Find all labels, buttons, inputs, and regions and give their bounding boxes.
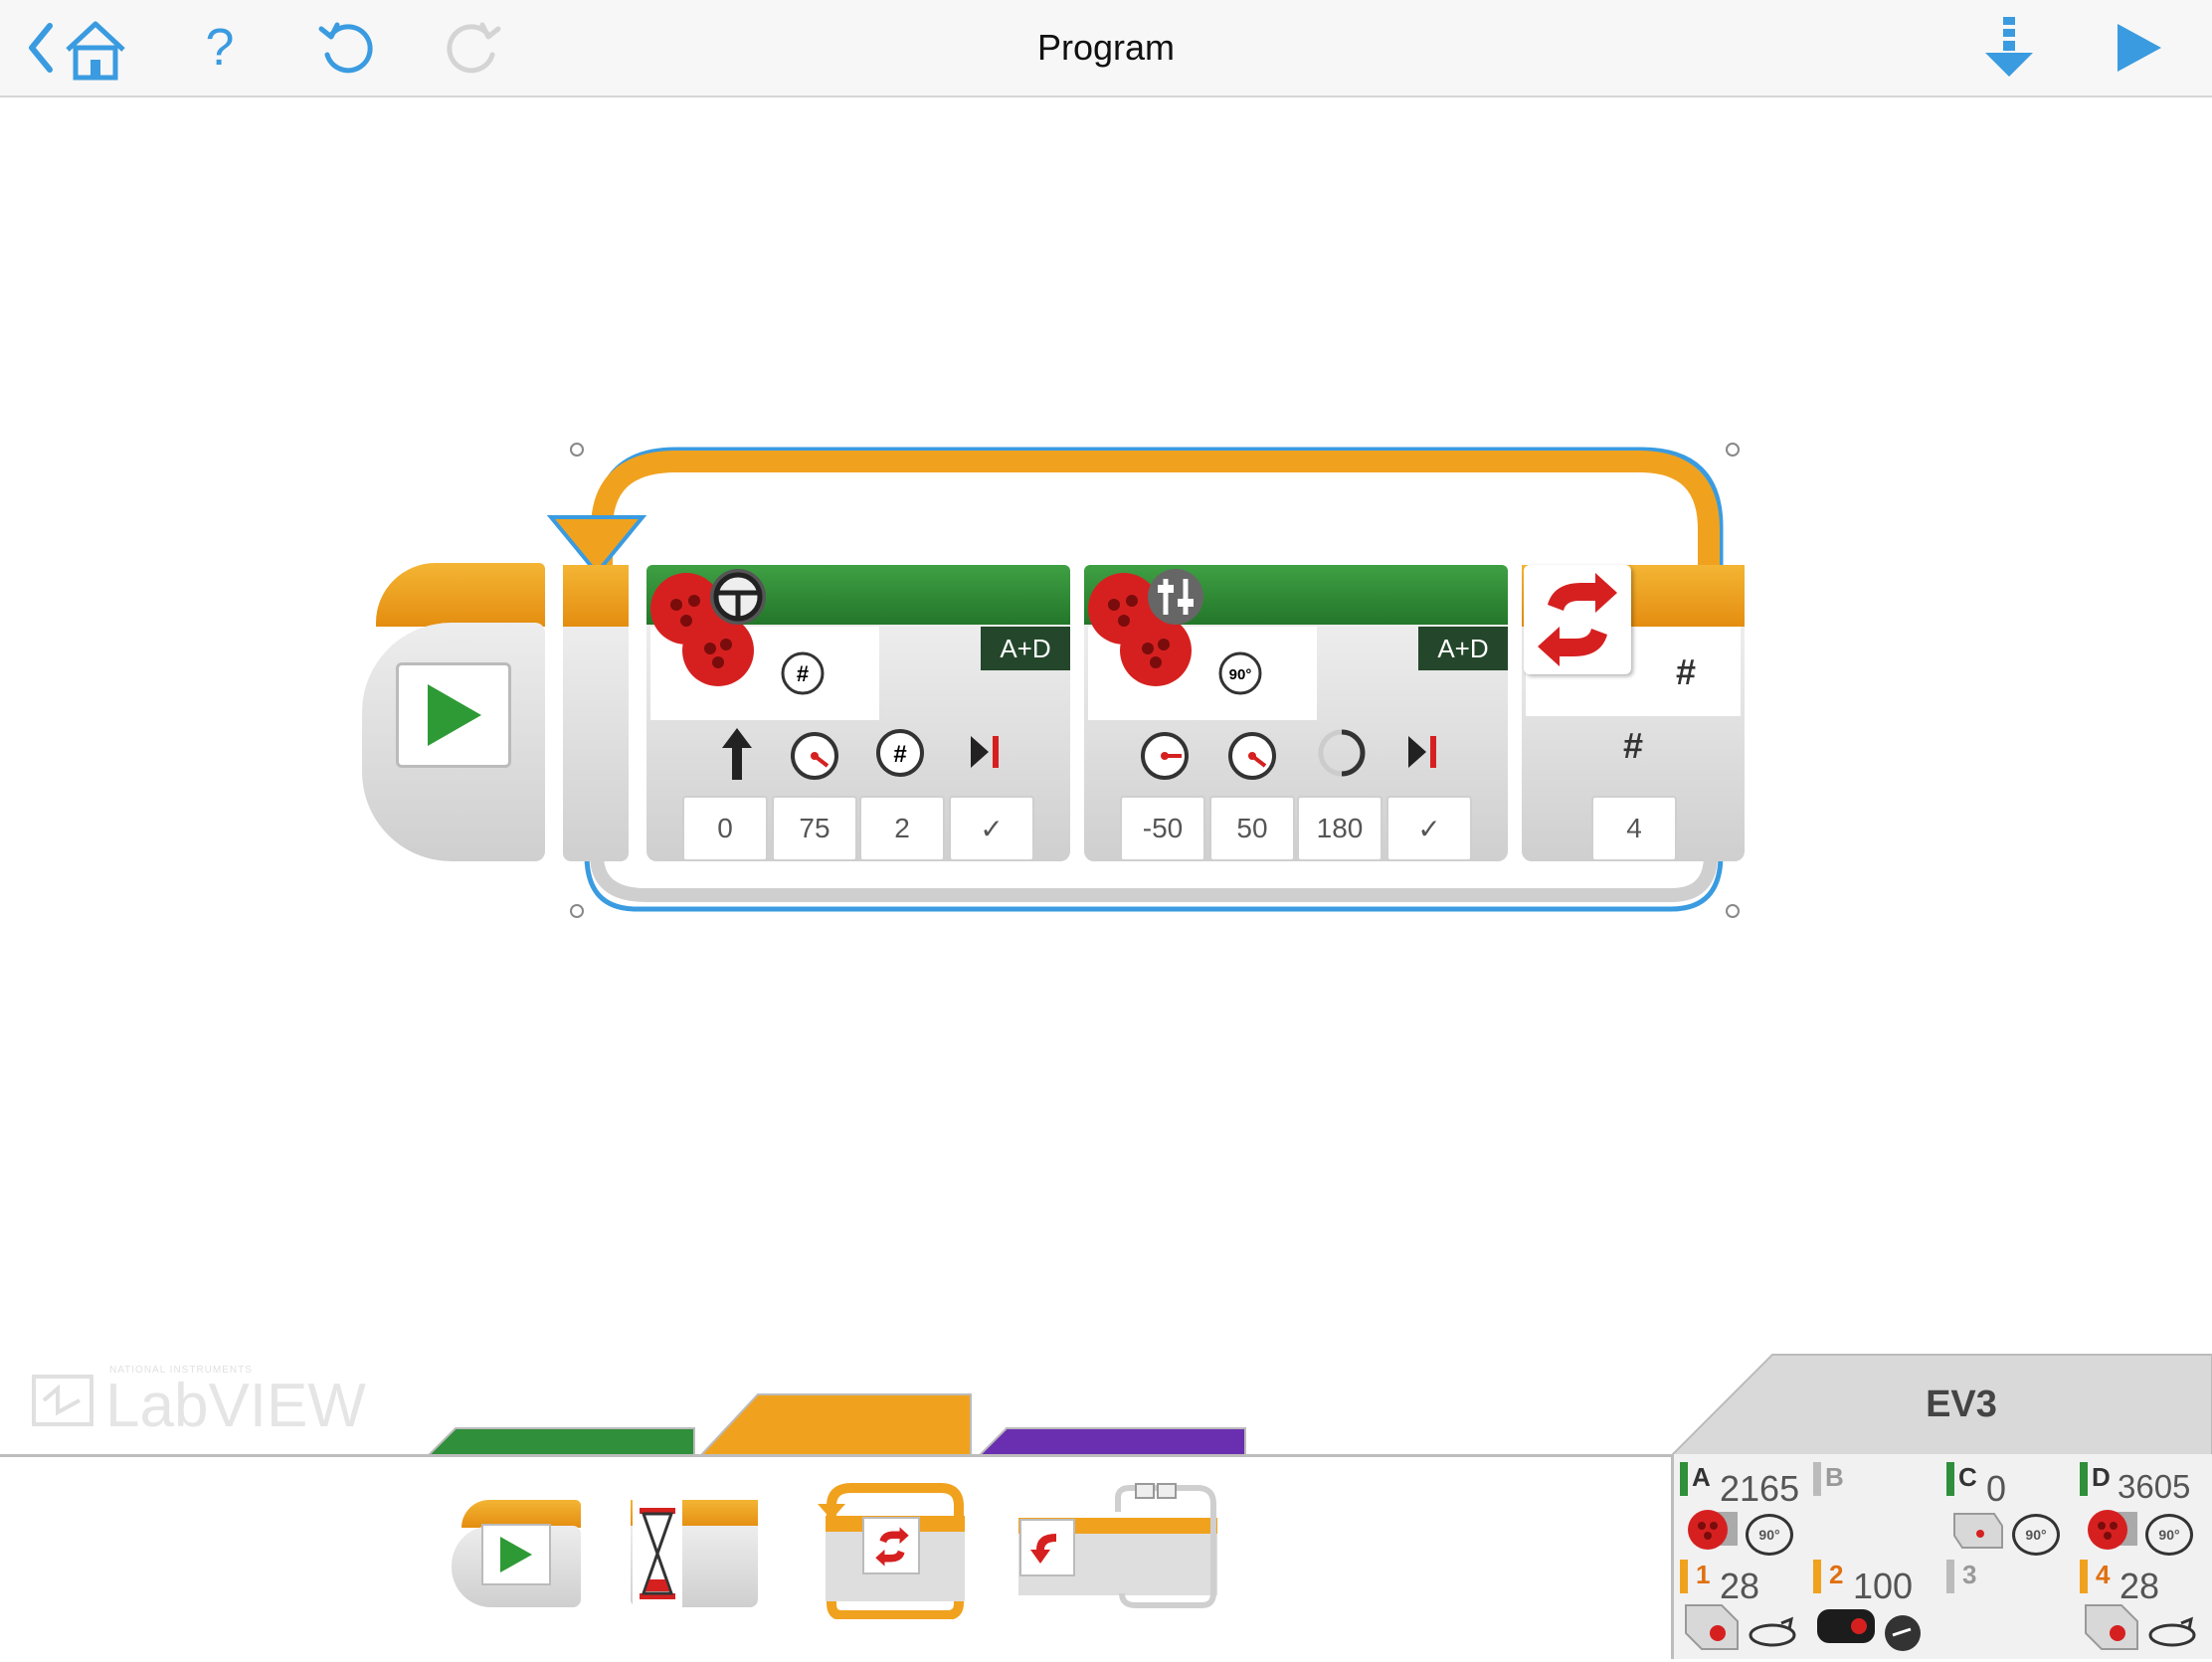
play-icon [428,684,481,746]
port-2-cell[interactable]: 2 100 [1813,1560,1940,1655]
undo-icon [318,22,373,74]
port-d-value: 3605 [2118,1468,2191,1505]
run-button[interactable] [2107,12,2170,84]
loop-count-value[interactable]: 4 [1591,796,1677,861]
start-block[interactable] [362,563,545,861]
start-play-tile [396,662,511,768]
port-a-cell[interactable]: A 2165 90° [1680,1462,1807,1556]
speed-dial-icon [791,732,838,780]
large-motor-icon [1688,1510,1738,1550]
port-selector[interactable]: A+D [981,627,1070,670]
top-toolbar: Program ? [0,0,2212,97]
svg-text:#: # [893,741,906,768]
brake-value[interactable]: ✓ [949,796,1034,861]
gyro-sensor-icon [2085,1604,2138,1650]
labview-watermark: NATIONAL INSTRUMENTS LabVIEW [30,1365,368,1440]
gyro-angle-icon [1749,1616,1796,1647]
chevron-left-icon [29,21,125,81]
port-1-cell[interactable]: 1 28 [1680,1560,1807,1655]
redo-button[interactable] [438,12,509,84]
rotations-value[interactable]: 2 [859,796,945,861]
steering-value[interactable]: 0 [682,796,768,861]
speed-dial-left-icon [1141,732,1189,780]
rotations-param-icon: # [876,729,924,777]
steering-wheel-icon [710,569,766,625]
gyro-sensor-icon [1685,1604,1739,1650]
port-c-value: 0 [1986,1468,2007,1509]
degrees-circle-icon [1318,729,1366,777]
tab-flow[interactable] [697,1392,973,1457]
ev3-header-tab[interactable]: EV3 [1668,1353,2212,1457]
switch-icon [1030,1534,1056,1564]
watermark-brand: LabVIEW [105,1372,366,1440]
degrees-value[interactable]: 180 [1297,796,1382,861]
palette-switch-block[interactable] [1018,1482,1217,1611]
port-c-cell[interactable]: C 0 90° [1946,1462,2074,1556]
port-3-cell[interactable]: 3 [1946,1560,2074,1655]
port-2-value: 100 [1853,1566,1914,1606]
power-value[interactable]: 75 [772,796,857,861]
loop-start-column[interactable] [563,565,629,861]
degrees-icon: 90° [1218,651,1262,695]
color-sensor-icon [1817,1609,1875,1643]
palette-wait-block[interactable] [631,1500,758,1607]
move-tank-block[interactable]: 90° A+D -50 50 180 ✓ [1084,565,1508,861]
count-param-icon: # [1622,725,1644,766]
home-icon [66,21,125,81]
loop-icon-tile [1524,565,1631,674]
port-4-cell[interactable]: 4 28 [2080,1560,2212,1655]
loop-icon [875,1527,909,1567]
right-power-value[interactable]: 50 [1209,796,1295,861]
svg-text:90°: 90° [1229,666,1252,683]
degrees-mode-icon: 90° [2012,1514,2060,1556]
labview-logo-icon [32,1375,93,1426]
play-icon [2118,24,2161,72]
speed-dial-right-icon [1228,732,1276,780]
reflected-light-icon [1885,1615,1921,1651]
tab-data[interactable] [976,1426,1247,1457]
port-b-cell[interactable]: B [1813,1462,1940,1556]
palette-loop-block[interactable] [812,1482,971,1620]
degrees-mode-icon: 90° [1746,1514,1793,1556]
port-selector[interactable]: A+D [1418,627,1508,670]
palette-start-block[interactable] [452,1500,581,1607]
download-button[interactable] [1977,12,2041,84]
loop-icon [1538,573,1617,666]
rotations-icon: # [781,651,825,695]
download-icon [1985,17,2033,77]
ev3-port-view: A 2165 90° B C 0 90° D 3605 90° 1 28 2 1… [1671,1454,2212,1659]
tank-sliders-icon [1148,569,1203,625]
move-steering-block[interactable]: # A+D # 0 75 2 ✓ [646,565,1070,861]
gyro-angle-icon [2148,1616,2196,1647]
port-d-cell[interactable]: D 3605 90° [2080,1462,2212,1556]
degrees-mode-icon: 90° [2145,1514,2193,1556]
hourglass-icon [640,1508,675,1599]
brake-at-end-icon [971,736,999,768]
loop-mode-symbol[interactable]: # [1631,645,1741,700]
left-power-value[interactable]: -50 [1120,796,1205,861]
ev3-title: EV3 [1926,1384,1997,1425]
medium-motor-icon [1953,1513,2003,1549]
play-icon [500,1537,532,1572]
back-home-button[interactable] [20,12,139,84]
large-motor-icon [2088,1510,2137,1550]
svg-text:#: # [797,661,809,686]
loop-end-block[interactable]: # # 4 [1522,565,1745,861]
help-button[interactable]: ? [195,12,245,84]
tab-action[interactable] [425,1426,696,1457]
steering-arrow-icon [722,728,752,780]
brake-value[interactable]: ✓ [1386,796,1472,861]
redo-icon [447,22,501,74]
brake-at-end-icon [1408,736,1436,768]
undo-button[interactable] [310,12,382,84]
